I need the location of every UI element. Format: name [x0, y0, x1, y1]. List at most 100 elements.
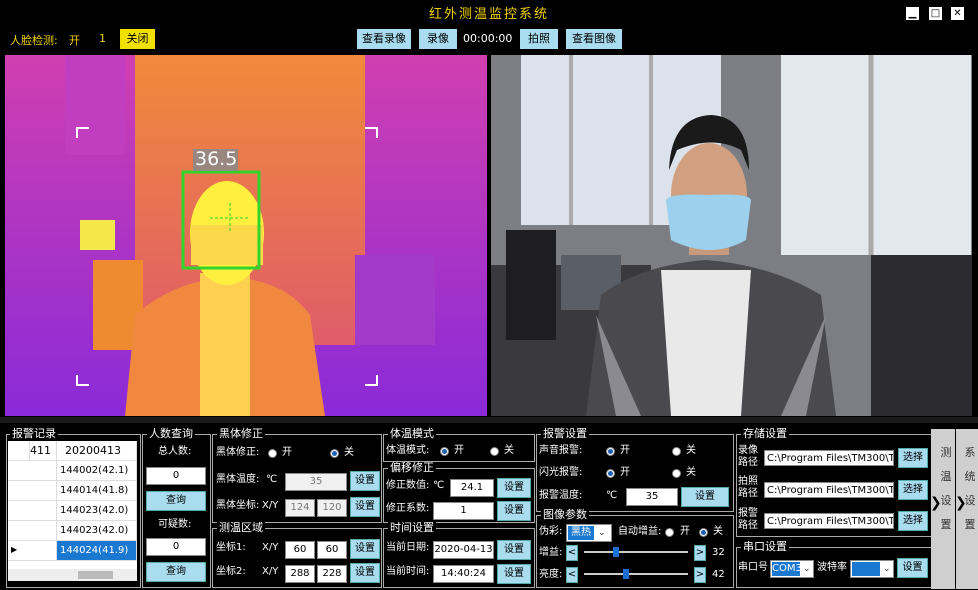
alarm-path-field[interactable]: C:\Program Files\TM300\TM: [764, 513, 894, 529]
alarm-temp-set-button[interactable]: 设置 [681, 487, 729, 507]
query-total-button[interactable]: 查询 [146, 491, 206, 511]
offset-value-set-button[interactable]: 设置 [497, 478, 531, 498]
alarm-records-table: 411 20200413 144002(42.1) 144014(41.8) 1… [8, 441, 137, 581]
close-icon[interactable]: ✕ [951, 7, 964, 20]
body-temp-mode-off-radio[interactable] [490, 447, 499, 456]
table-header-id: 411 [30, 441, 57, 461]
blackbody-off-radio[interactable] [330, 449, 339, 458]
gain-increase-button[interactable]: > [694, 545, 706, 561]
blackbody-y-field[interactable]: 120 [317, 499, 347, 517]
scrollbar-thumb[interactable] [78, 571, 113, 579]
face-detect-on[interactable]: 开 [69, 32, 80, 48]
coord1-x-field[interactable]: 60 [285, 541, 315, 559]
current-time-field[interactable]: 14:40:24 [433, 565, 494, 583]
coord1-set-button[interactable]: 设置 [350, 539, 380, 559]
date-set-button[interactable]: 设置 [497, 540, 531, 560]
row-stub [8, 521, 57, 541]
chevron-down-icon: ⌄ [883, 564, 891, 574]
gain-slider[interactable] [584, 547, 688, 557]
serial-set-button[interactable]: 设置 [897, 558, 928, 578]
horizontal-scrollbar[interactable] [8, 569, 137, 581]
system-settings-button[interactable]: ❯ 系统设置 [955, 429, 978, 589]
query-suspect-button[interactable]: 查询 [146, 562, 206, 582]
thermal-view: 36.5 [5, 55, 487, 416]
alarm-records-title: 报警记录 [10, 427, 58, 440]
serial-port-label: 串口号 [738, 562, 768, 573]
gain-value: 32 [712, 547, 725, 558]
coord1-y-field[interactable]: 60 [317, 541, 347, 559]
blackbody-temp-field[interactable]: 35 [285, 473, 347, 491]
brightness-label: 亮度: [539, 569, 563, 580]
table-row[interactable]: 144014(41.8) [57, 481, 137, 501]
offset-unit: ℃ [433, 480, 445, 491]
blackbody-correction-label: 黑体修正: [216, 447, 260, 458]
gain-decrease-button[interactable]: < [566, 545, 578, 561]
blackbody-on-radio[interactable] [268, 449, 277, 458]
auto-gain-on-radio[interactable] [665, 528, 674, 537]
brightness-slider[interactable] [584, 569, 688, 579]
minimize-icon[interactable]: ▁ [906, 7, 919, 20]
face-detect-off-button[interactable]: 关闭 [120, 29, 155, 49]
suspect-label: 可疑数: [158, 519, 192, 530]
gain-slider-thumb[interactable] [613, 547, 619, 557]
offset-coef-set-button[interactable]: 设置 [497, 501, 531, 521]
photo-path-field[interactable]: C:\Program Files\TM300\TM: [764, 482, 894, 498]
video-path-choose-button[interactable]: 选择 [898, 448, 928, 468]
blackbody-x-field[interactable]: 124 [285, 499, 315, 517]
current-date-field[interactable]: 2020-04-13 [433, 541, 494, 559]
flash-alarm-off-radio[interactable] [672, 469, 681, 478]
record-button[interactable]: 录像 [419, 29, 457, 49]
camera-view [491, 55, 972, 416]
coord2-xy-label: X/Y [262, 566, 279, 577]
face-temperature: 36.5 [195, 148, 238, 170]
blackbody-temp-unit: ℃ [266, 474, 278, 485]
coord1-xy-label: X/Y [262, 542, 279, 553]
auto-gain-off-radio[interactable] [699, 528, 708, 537]
total-count-field[interactable]: 0 [146, 467, 206, 485]
alarm-temp-field[interactable]: 35 [626, 488, 678, 506]
brightness-slider-thumb[interactable] [623, 569, 629, 579]
offset-coef-field[interactable]: 1 [433, 502, 494, 520]
photo-path-choose-button[interactable]: 选择 [898, 480, 928, 500]
baud-rate-select[interactable]: 9600 ⌄ [850, 560, 894, 578]
splitter[interactable] [0, 417, 978, 423]
alarm-path-choose-button[interactable]: 选择 [898, 511, 928, 531]
alarm-temp-label: 报警温度: [539, 490, 583, 501]
suspect-count-field[interactable]: 0 [146, 538, 206, 556]
coord2-x-field[interactable]: 288 [285, 565, 315, 583]
video-path-field[interactable]: C:\Program Files\TM300\TM: [764, 450, 894, 466]
snapshot-button[interactable]: 拍照 [520, 29, 558, 49]
offset-value-field[interactable]: 24.1 [450, 479, 494, 497]
table-row-selected[interactable]: 144024(41.9) [57, 541, 137, 561]
blackbody-on-label: 开 [282, 447, 292, 458]
sound-alarm-on-radio[interactable] [606, 447, 615, 456]
coord2-y-field[interactable]: 228 [317, 565, 347, 583]
body-temp-mode-off-label: 关 [504, 445, 514, 456]
record-timer: 00:00:00 [463, 32, 513, 45]
palette-select[interactable]: 黑热 ⌄ [566, 524, 612, 542]
table-row[interactable]: 144023(42.0) [57, 521, 137, 541]
blackbody-temp-set-button[interactable]: 设置 [350, 471, 380, 491]
measure-settings-button[interactable]: ❯ 测温设置 [930, 429, 955, 589]
table-corner [8, 441, 30, 461]
auto-gain-on-label: 开 [680, 526, 690, 537]
palette-label: 伪彩: [539, 526, 563, 537]
serial-port-select[interactable]: COM3 ⌄ [770, 560, 814, 578]
brightness-increase-button[interactable]: > [694, 567, 706, 583]
coord2-set-button[interactable]: 设置 [350, 563, 380, 583]
thermal-image [5, 55, 487, 416]
view-video-button[interactable]: 查看录像 [357, 29, 411, 49]
view-image-button[interactable]: 查看图像 [566, 29, 622, 49]
sound-alarm-off-radio[interactable] [672, 447, 681, 456]
body-temp-mode-on-radio[interactable] [440, 447, 449, 456]
blackbody-temp-label: 黑体温度: [216, 474, 260, 485]
blackbody-coord-label: 黑体坐标: [216, 500, 260, 511]
video-path-label: 录像 路径 [738, 445, 758, 468]
maximize-icon[interactable]: □ [929, 7, 942, 20]
table-row[interactable]: 144002(42.1) [57, 461, 137, 481]
blackbody-coord-set-button[interactable]: 设置 [350, 497, 380, 517]
flash-alarm-on-radio[interactable] [606, 469, 615, 478]
brightness-decrease-button[interactable]: < [566, 567, 578, 583]
time-set-button[interactable]: 设置 [497, 564, 531, 584]
table-row[interactable]: 144023(42.0) [57, 501, 137, 521]
